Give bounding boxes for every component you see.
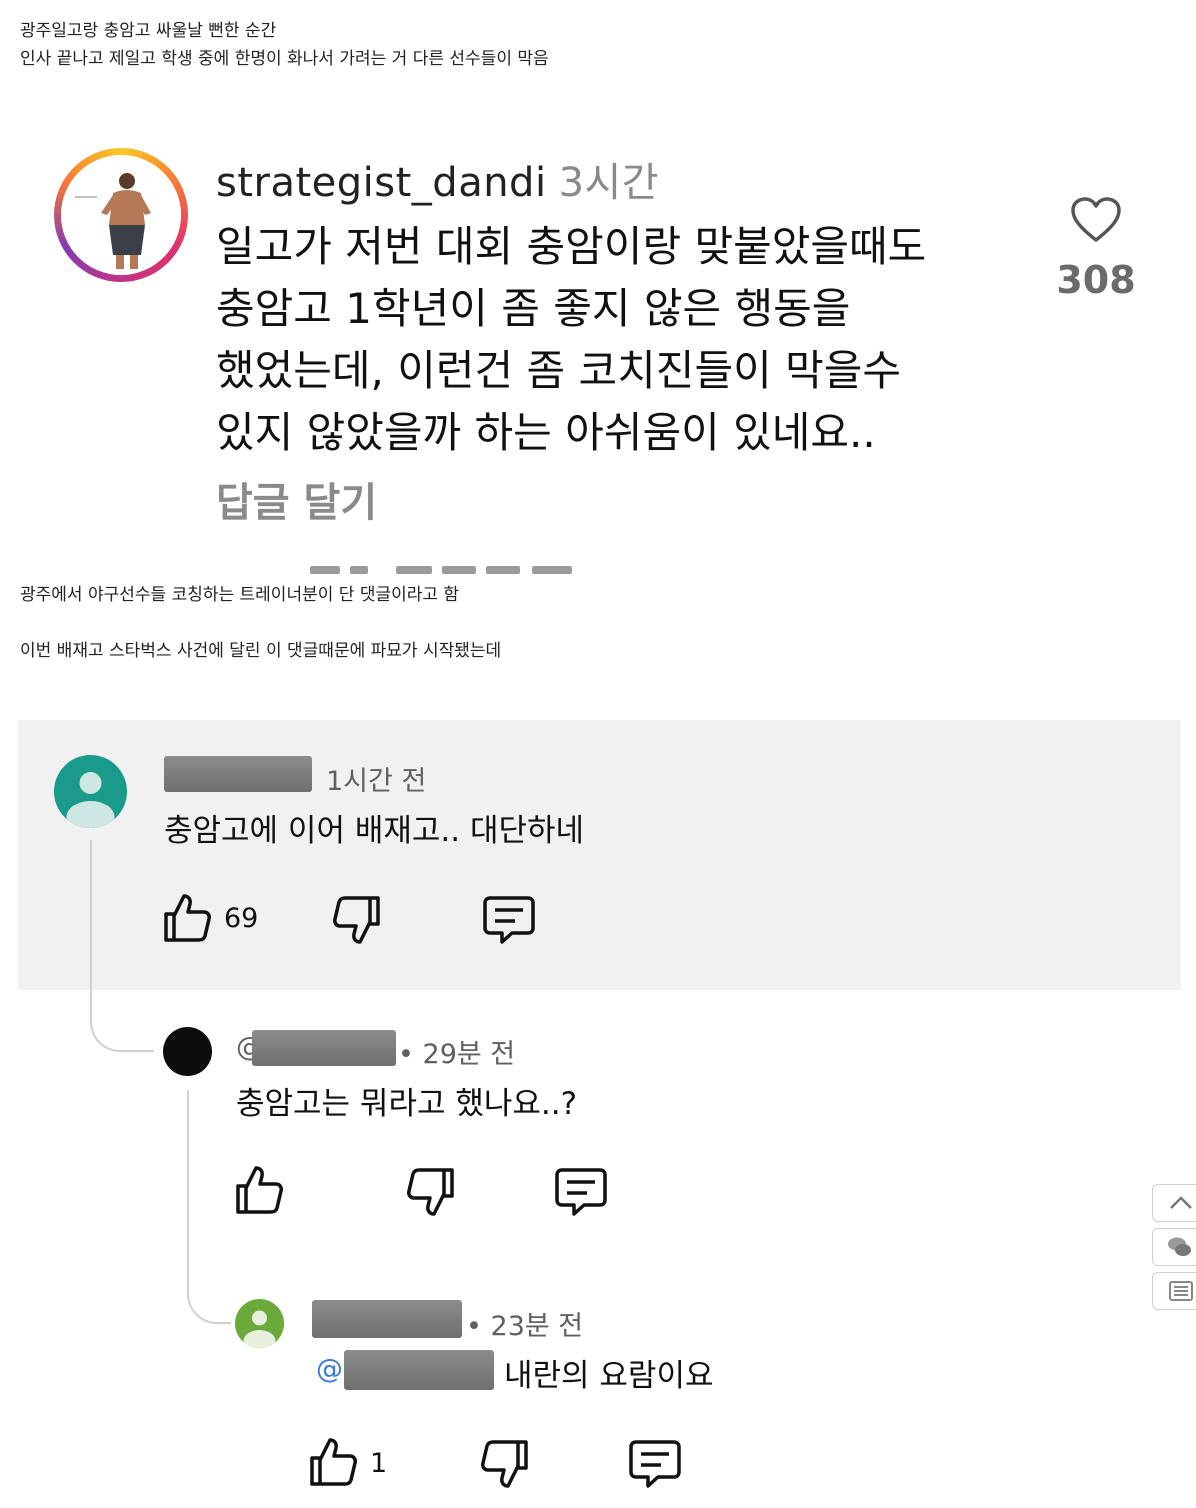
comment-time: • 29분 전 bbox=[398, 1039, 516, 1070]
instagram-comment-text: 일고가 저번 대회 충암이랑 맞붙았을때도 충암고 1학년이 좀 좋지 않은 행… bbox=[216, 216, 1006, 464]
redacted-username bbox=[164, 756, 312, 792]
time-text: 29분 전 bbox=[422, 1039, 516, 1070]
caption-description: 인사 끝나고 제일고 학생 중에 한명이 화나서 가려는 거 다른 선수들이 막… bbox=[20, 49, 549, 69]
reply-comment-icon[interactable] bbox=[628, 1438, 682, 1490]
username[interactable]: strategist_dandi bbox=[216, 160, 547, 206]
comment-text: 충암고에 이어 배재고.. 대단하네 bbox=[164, 813, 585, 849]
thread-connector bbox=[187, 1260, 231, 1324]
user-avatar[interactable] bbox=[235, 1299, 284, 1348]
comment-line: 있지 않았을까 하는 아쉬움이 있네요.. bbox=[216, 408, 876, 457]
comment-author[interactable]: strategist_dandi 3시간 bbox=[216, 150, 659, 208]
like-count: 69 bbox=[224, 903, 259, 934]
comments-button[interactable] bbox=[1152, 1228, 1196, 1266]
caption-title: 광주일고랑 충암고 싸울날 뻔한 순간 bbox=[20, 21, 277, 41]
chevron-up-icon bbox=[1170, 1196, 1192, 1209]
scroll-top-button[interactable] bbox=[1152, 1184, 1196, 1222]
thumbs-down-icon[interactable] bbox=[480, 1438, 530, 1490]
like-count: 1 bbox=[370, 1448, 388, 1479]
comment-line: 했었는데, 이런건 좀 코치진들이 막을수 bbox=[216, 346, 901, 395]
caption-context: 이번 배재고 스타벅스 사건에 달린 이 댓글때문에 파묘가 시작됐는데 bbox=[20, 641, 502, 661]
like-count: 308 bbox=[1056, 258, 1136, 302]
thumbs-up-icon[interactable] bbox=[234, 1164, 284, 1216]
thumbs-up-icon[interactable] bbox=[162, 892, 212, 944]
reply-button[interactable]: 답글 달기 bbox=[216, 470, 377, 528]
redacted-username bbox=[312, 1300, 462, 1338]
user-avatar[interactable] bbox=[163, 1027, 212, 1076]
comment-line: 일고가 저번 대회 충암이랑 맞붙았을때도 bbox=[216, 222, 927, 271]
list-icon bbox=[1169, 1281, 1193, 1301]
comment-line: 충암고 1학년이 좀 좋지 않은 행동을 bbox=[216, 284, 851, 333]
thumbs-up-icon[interactable] bbox=[308, 1436, 358, 1488]
caption-source: 광주에서 야구선수들 코칭하는 트레이너분이 단 댓글이라고 함 bbox=[20, 585, 460, 605]
redacted-username bbox=[252, 1030, 396, 1066]
redacted-mention bbox=[344, 1350, 494, 1390]
heart-outline-icon[interactable] bbox=[1070, 196, 1122, 244]
list-button[interactable] bbox=[1152, 1272, 1196, 1310]
comment-text: 충암고는 뭐라고 했나요..? bbox=[236, 1086, 578, 1122]
thread-line bbox=[90, 840, 92, 960]
reply-comment-icon[interactable] bbox=[482, 894, 536, 946]
mention-at-sign: @ bbox=[316, 1354, 343, 1385]
chat-bubbles-icon bbox=[1168, 1237, 1191, 1256]
thumbs-down-icon[interactable] bbox=[332, 894, 382, 946]
default-user-icon bbox=[66, 772, 115, 828]
comment-time: 3시간 bbox=[558, 160, 660, 206]
time-text: 23분 전 bbox=[490, 1311, 584, 1342]
thread-line bbox=[187, 1090, 189, 1260]
profile-avatar[interactable] bbox=[54, 148, 188, 282]
comment-time: 1시간 전 bbox=[326, 766, 427, 797]
comment-text: 내란의 요람이요 bbox=[504, 1358, 714, 1394]
cropped-text-remnant bbox=[310, 566, 580, 574]
person-photo-icon bbox=[61, 155, 181, 275]
comment-time: • 23분 전 bbox=[466, 1311, 584, 1342]
reply-comment-icon[interactable] bbox=[554, 1166, 608, 1218]
thread-connector bbox=[90, 960, 154, 1052]
user-avatar[interactable] bbox=[54, 755, 127, 828]
thumbs-down-icon[interactable] bbox=[406, 1166, 456, 1218]
default-user-icon bbox=[243, 1310, 276, 1348]
